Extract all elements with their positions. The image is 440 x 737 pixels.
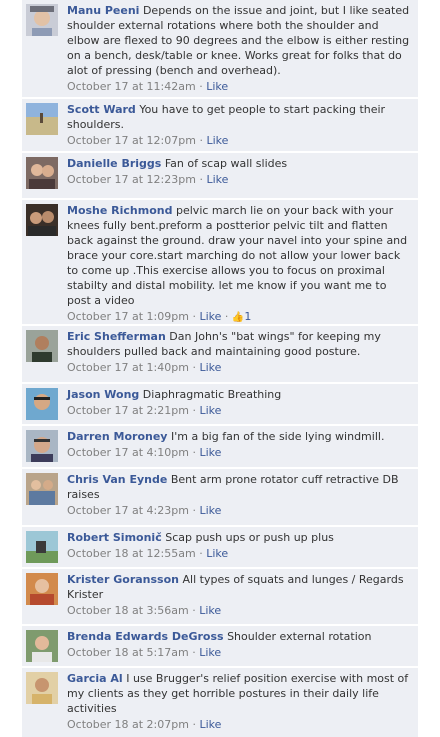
comment-author-link[interactable]: Moshe Richmond <box>67 204 173 217</box>
comment-item: Darren Moroney I'm a big fan of the side… <box>22 426 418 467</box>
avatar[interactable] <box>26 330 58 362</box>
comment-timestamp[interactable]: October 18 at 3:56am <box>67 604 189 617</box>
comment-timestamp[interactable]: October 17 at 1:40pm <box>67 361 189 374</box>
avatar[interactable] <box>26 4 58 36</box>
comment-author-link[interactable]: Manu Peeni <box>67 4 139 17</box>
like-link[interactable]: Like <box>199 504 221 517</box>
like-link[interactable]: Like <box>206 173 228 186</box>
comment-meta: October 18 at 5:17am · Like <box>67 646 222 659</box>
avatar[interactable] <box>26 573 58 605</box>
comment-meta: October 18 at 3:56am · Like <box>67 604 222 617</box>
avatar[interactable] <box>26 672 58 704</box>
like-count[interactable]: 1 <box>244 310 251 323</box>
comment-item: Jason Wong Diaphragmatic Breathing Octob… <box>22 384 418 424</box>
comment-item: Robert Simonič Scap push ups or push up … <box>22 527 418 567</box>
like-link[interactable]: Like <box>199 604 221 617</box>
comment-text: pelvic march lie on your back with your … <box>67 204 408 307</box>
comment-item: Chris Van Eynde Bent arm prone rotator c… <box>22 469 418 525</box>
comment-author-link[interactable]: Jason Wong <box>67 388 139 401</box>
comment-author-link[interactable]: Chris Van Eynde <box>67 473 167 486</box>
comment-item: Krister Goransson All types of squats an… <box>22 569 418 624</box>
comment-timestamp[interactable]: October 17 at 12:23pm <box>67 173 196 186</box>
comment-text: Fan of scap wall slides <box>164 157 288 170</box>
comment-meta: October 17 at 11:42am · Like <box>67 80 229 93</box>
avatar[interactable] <box>26 630 58 662</box>
comment-text: Shoulder external rotation <box>227 630 372 643</box>
comment-text: Diaphragmatic Breathing <box>142 388 282 401</box>
comment-author-link[interactable]: Brenda Edwards DeGross <box>67 630 224 643</box>
comment-timestamp[interactable]: October 17 at 12:07pm <box>67 134 196 147</box>
comment-timestamp[interactable]: October 18 at 12:55am <box>67 547 196 560</box>
comment-timestamp[interactable]: October 17 at 4:10pm <box>67 446 189 459</box>
like-link[interactable]: Like <box>206 547 228 560</box>
comment-meta: October 17 at 12:23pm · Like <box>67 173 229 186</box>
comment-timestamp[interactable]: October 17 at 11:42am <box>67 80 196 93</box>
comment-author-link[interactable]: Scott Ward <box>67 103 136 116</box>
like-link[interactable]: Like <box>206 134 228 147</box>
comment-timestamp[interactable]: October 17 at 1:09pm <box>67 310 189 323</box>
comment-text: Scap push ups or push up plus <box>165 531 334 544</box>
comment-item: Garcia Al I use Brugger's relief positio… <box>22 668 418 737</box>
comment-meta: October 17 at 4:10pm · Like <box>67 446 222 459</box>
comment-meta: October 17 at 2:21pm · Like <box>67 404 222 417</box>
avatar[interactable] <box>26 531 58 563</box>
avatar[interactable] <box>26 430 58 462</box>
comment-text: I'm a big fan of the side lying windmill… <box>170 430 385 443</box>
comment-timestamp[interactable]: October 18 at 2:07pm <box>67 718 189 731</box>
comment-author-link[interactable]: Garcia Al <box>67 672 123 685</box>
comment-meta: October 17 at 4:23pm · Like <box>67 504 222 517</box>
comment-item: Danielle Briggs Fan of scap wall slides … <box>22 153 418 198</box>
comment-feed: Manu Peeni Depends on the issue and join… <box>22 0 418 737</box>
comment-author-link[interactable]: Robert Simonič <box>67 531 162 544</box>
comment-author-link[interactable]: Eric Shefferman <box>67 330 166 343</box>
like-link[interactable]: Like <box>199 404 221 417</box>
comment-item: Moshe Richmond pelvic march lie on your … <box>22 200 418 324</box>
comment-meta: October 17 at 1:40pm · Like <box>67 361 222 374</box>
like-link[interactable]: Like <box>206 80 228 93</box>
comment-meta: October 18 at 2:07pm · Like <box>67 718 222 731</box>
comment-timestamp[interactable]: October 17 at 2:21pm <box>67 404 189 417</box>
comment-item: Eric Shefferman Dan John's "bat wings" f… <box>22 326 418 382</box>
comment-item: Manu Peeni Depends on the issue and join… <box>22 0 418 97</box>
like-link[interactable]: Like <box>199 310 221 323</box>
avatar[interactable] <box>26 473 58 505</box>
comment-meta: October 17 at 12:07pm · Like <box>67 134 229 147</box>
comment-timestamp[interactable]: October 18 at 5:17am <box>67 646 189 659</box>
avatar[interactable] <box>26 388 58 420</box>
comment-item: Brenda Edwards DeGross Shoulder external… <box>22 626 418 666</box>
comment-author-link[interactable]: Darren Moroney <box>67 430 167 443</box>
comment-item: Scott Ward You have to get people to sta… <box>22 99 418 151</box>
like-link[interactable]: Like <box>199 361 221 374</box>
comment-author-link[interactable]: Danielle Briggs <box>67 157 161 170</box>
like-link[interactable]: Like <box>199 646 221 659</box>
comment-meta: October 17 at 1:09pm · Like · 👍1 <box>67 310 252 323</box>
comment-meta: October 18 at 12:55am · Like <box>67 547 229 560</box>
avatar[interactable] <box>26 103 58 135</box>
comment-timestamp[interactable]: October 17 at 4:23pm <box>67 504 189 517</box>
like-link[interactable]: Like <box>199 718 221 731</box>
like-link[interactable]: Like <box>199 446 221 459</box>
avatar[interactable] <box>26 204 58 236</box>
comment-author-link[interactable]: Krister Goransson <box>67 573 179 586</box>
avatar[interactable] <box>26 157 58 189</box>
thumbs-up-icon[interactable]: 👍 <box>232 312 244 323</box>
